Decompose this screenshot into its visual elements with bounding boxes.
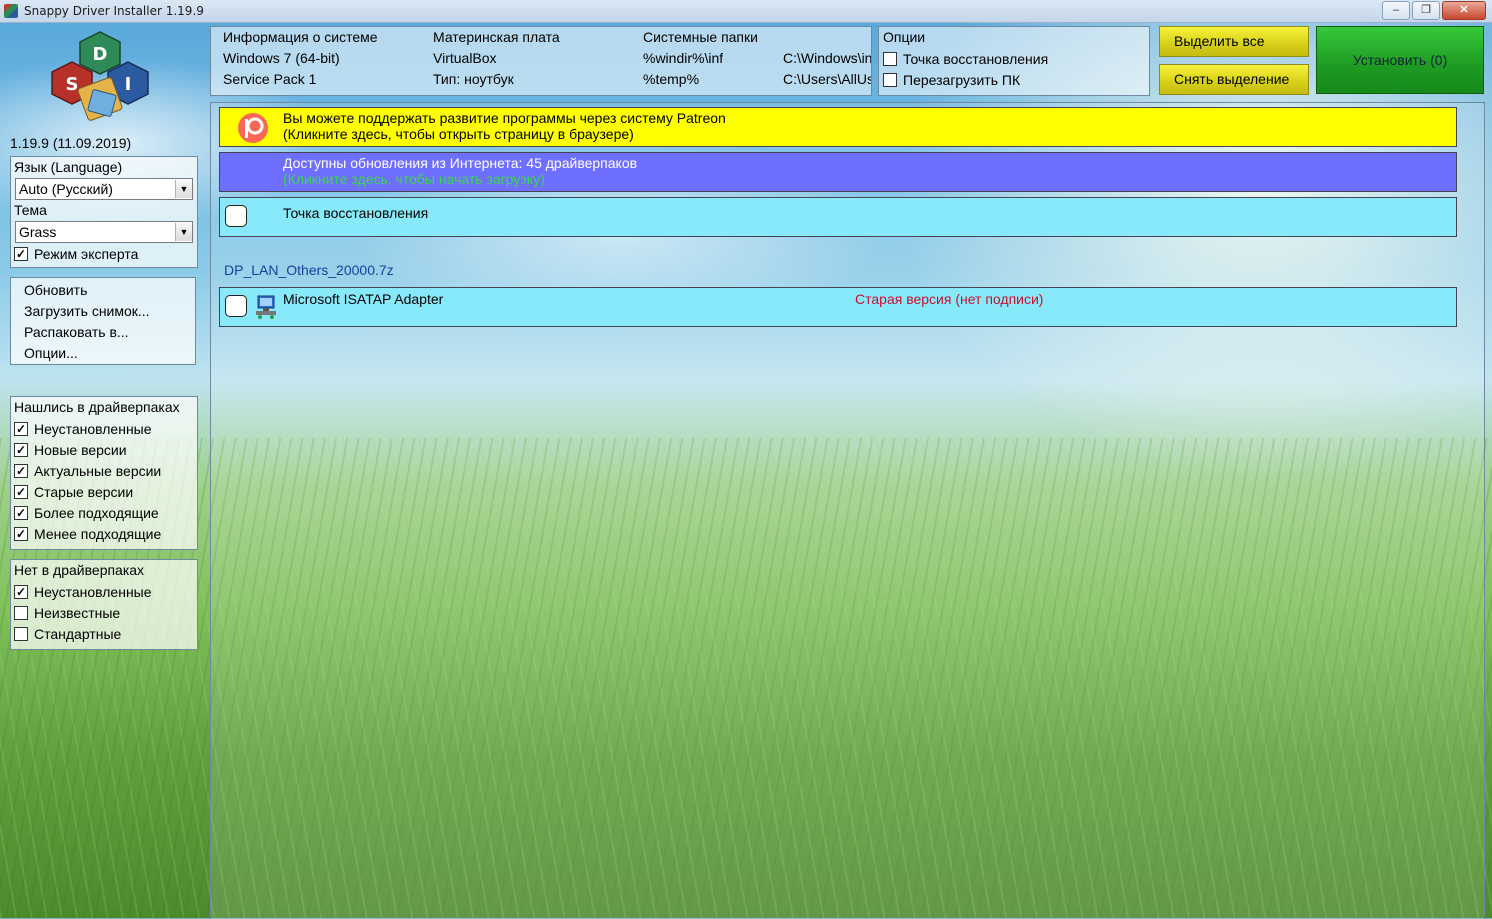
actions-panel: Обновить Загрузить снимок... Распаковать… <box>10 277 196 365</box>
theme-label: Тема <box>14 202 47 218</box>
filter-checkbox[interactable]: ✓ <box>14 484 28 499</box>
filter-checkbox[interactable]: ✓ <box>14 421 28 436</box>
network-adapter-icon <box>256 295 276 319</box>
filter-label: Стандартные <box>34 625 122 642</box>
restore-point-row-checkbox[interactable] <box>225 205 247 227</box>
language-value: Auto (Русский) <box>19 181 113 197</box>
chevron-down-icon: ▼ <box>175 223 192 241</box>
updates-banner[interactable]: Доступны обновления из Интернета: 45 дра… <box>219 152 1457 192</box>
restore-point-label: Точка восстановления <box>903 50 1049 67</box>
folder-inf-path: C:\Windows\inf <box>783 50 871 66</box>
filter-label: Старые версии <box>34 483 134 500</box>
restore-point-row[interactable]: Точка восстановления <box>219 197 1457 237</box>
filter-checkbox[interactable]: ✓ <box>14 526 28 541</box>
filter-label: Неизвестные <box>34 604 121 621</box>
options-panel: Опции Точка восстановления Перезагрузить… <box>878 26 1150 96</box>
filter-missing-standard[interactable]: Стандартные <box>11 623 197 644</box>
driver-row[interactable]: Microsoft ISATAP Adapter Старая версия (… <box>219 287 1457 327</box>
filter-label: Актуальные версии <box>34 462 162 479</box>
filter-found-better[interactable]: ✓ Более подходящие <box>11 502 197 523</box>
filter-checkbox[interactable]: ✓ <box>14 442 28 457</box>
filter-missing-unknown[interactable]: Неизвестные <box>11 602 197 623</box>
device-type: Тип: ноутбук <box>433 71 514 87</box>
filter-found-newer[interactable]: ✓ Новые версии <box>11 439 197 460</box>
driver-status: Старая версия (нет подписи) <box>855 291 1044 307</box>
restore-point-checkbox[interactable] <box>883 51 897 66</box>
found-filters-title: Нашлись в драйверпаках <box>14 399 180 415</box>
patreon-line1: Вы можете поддержать развитие программы … <box>283 110 726 126</box>
filter-label: Неустановленные <box>34 420 152 437</box>
system-folders-title: Системные папки <box>643 29 758 45</box>
expert-mode-option[interactable]: ✓ Режим эксперта <box>11 243 197 264</box>
expert-mode-checkbox[interactable]: ✓ <box>14 246 28 261</box>
motherboard-title: Материнская плата <box>433 29 560 45</box>
version-label: 1.19.9 (11.09.2019) <box>10 135 132 151</box>
window-title: Snappy Driver Installer 1.19.9 <box>24 4 204 18</box>
minimize-button[interactable]: – <box>1382 1 1410 20</box>
logo-letter-i: I <box>125 74 132 95</box>
sdi-logo-icon: D S I <box>51 31 149 121</box>
restore-point-option[interactable]: Точка восстановления <box>883 48 1048 69</box>
extract-to-action[interactable]: Распаковать в... <box>11 322 195 343</box>
filter-found-not-installed[interactable]: ✓ Неустановленные <box>11 418 197 439</box>
filter-found-worse[interactable]: ✓ Менее подходящие <box>11 523 197 544</box>
theme-select[interactable]: Grass ▼ <box>15 221 193 243</box>
patreon-icon <box>238 113 268 143</box>
reboot-option[interactable]: Перезагрузить ПК <box>883 69 1020 90</box>
sysinfo-os: Windows 7 (64-bit) <box>223 50 340 66</box>
close-button[interactable]: ✕ <box>1442 1 1486 20</box>
options-title: Опции <box>883 29 926 45</box>
logo-letter-d: D <box>93 44 108 65</box>
filter-label: Неустановленные <box>34 583 152 600</box>
patreon-banner[interactable]: Вы можете поддержать развитие программы … <box>219 107 1457 147</box>
app-icon <box>4 4 18 18</box>
title-bar: Snappy Driver Installer 1.19.9 – ❐ ✕ <box>0 0 1492 23</box>
filter-checkbox[interactable] <box>14 626 28 641</box>
folder-inf-var: %windir%\inf <box>643 50 724 66</box>
driverpack-name: DP_LAN_Others_20000.7z <box>224 262 394 278</box>
maximize-button[interactable]: ❐ <box>1412 1 1440 20</box>
restore-point-row-label: Точка восстановления <box>283 205 429 221</box>
load-snapshot-action[interactable]: Загрузить снимок... <box>11 301 195 322</box>
updates-line1: Доступны обновления из Интернета: 45 дра… <box>283 155 638 171</box>
missing-filters-title: Нет в драйверпаках <box>14 562 145 578</box>
logo-letter-s: S <box>66 74 79 95</box>
sysinfo-title: Информация о системе <box>223 29 378 45</box>
window-controls: – ❐ ✕ <box>1382 1 1486 20</box>
folder-temp-path: C:\Users\AllUsers <box>783 71 871 87</box>
folder-temp-var: %temp% <box>643 71 700 87</box>
filter-label: Более подходящие <box>34 504 159 521</box>
filter-checkbox[interactable] <box>14 605 28 620</box>
missing-filters-panel: Нет в драйверпаках ✓ Неустановленные Неиз… <box>10 559 198 650</box>
filter-checkbox[interactable]: ✓ <box>14 584 28 599</box>
install-button[interactable]: Установить (0) <box>1316 26 1484 94</box>
updates-line2: (Кликните здесь, чтобы начать загрузку) <box>283 171 545 187</box>
settings-panel: Язык (Language) Auto (Русский) ▼ Тема Gr… <box>10 156 198 268</box>
filter-label: Менее подходящие <box>34 525 162 542</box>
expert-mode-label: Режим эксперта <box>34 245 139 262</box>
select-all-button[interactable]: Выделить все <box>1159 26 1309 57</box>
driver-checkbox[interactable] <box>225 295 247 317</box>
driver-name: Microsoft ISATAP Adapter <box>283 291 444 307</box>
found-filters-panel: Нашлись в драйверпаках ✓ Неустановленные … <box>10 396 198 550</box>
filter-label: Новые версии <box>34 441 127 458</box>
language-label: Язык (Language) <box>14 159 123 175</box>
options-action[interactable]: Опции... <box>11 343 195 364</box>
chevron-down-icon: ▼ <box>175 180 192 198</box>
filter-checkbox[interactable]: ✓ <box>14 505 28 520</box>
sysinfo-service-pack: Service Pack 1 <box>223 71 317 87</box>
reboot-checkbox[interactable] <box>883 72 897 87</box>
deselect-button[interactable]: Снять выделение <box>1159 64 1309 95</box>
filter-missing-not-installed[interactable]: ✓ Неустановленные <box>11 581 197 602</box>
refresh-action[interactable]: Обновить <box>11 280 195 301</box>
reboot-label: Перезагрузить ПК <box>903 71 1021 88</box>
filter-found-current[interactable]: ✓ Актуальные версии <box>11 460 197 481</box>
filter-found-older[interactable]: ✓ Старые версии <box>11 481 197 502</box>
system-info-panel: Информация о системе Windows 7 (64-bit) … <box>210 26 872 96</box>
patreon-line2: (Кликните здесь, чтобы открыть страницу … <box>283 126 634 142</box>
motherboard-value: VirtualBox <box>433 50 497 66</box>
filter-checkbox[interactable]: ✓ <box>14 463 28 478</box>
language-select[interactable]: Auto (Русский) ▼ <box>15 178 193 200</box>
theme-value: Grass <box>19 224 57 240</box>
